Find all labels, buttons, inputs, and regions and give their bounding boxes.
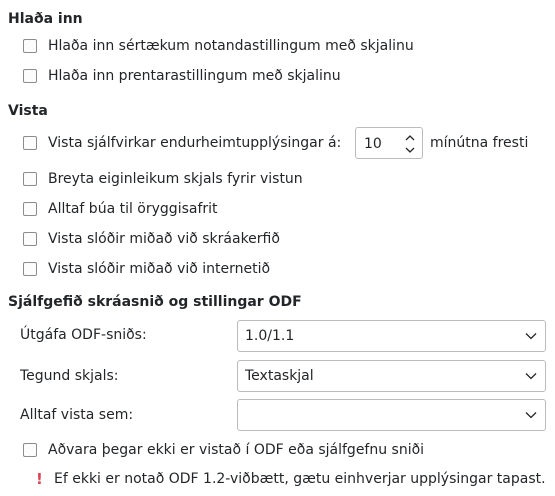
load-user-settings-option[interactable]: Hlaða inn sértækum notandastillingum með… bbox=[23, 35, 414, 57]
load-printer-settings-option[interactable]: Hlaða inn prentarastillingum með skjalin… bbox=[23, 65, 341, 87]
always-save-as-label: Alltaf vista sem: bbox=[20, 407, 134, 423]
always-save-as-select[interactable] bbox=[237, 399, 546, 431]
relative-internet-checkbox[interactable] bbox=[23, 262, 37, 276]
relative-internet-label[interactable]: Vista slóðir miðað við internetið bbox=[48, 260, 270, 278]
odf-warning-text: Ef ekki er notað ODF 1.2-viðbætt, gætu e… bbox=[54, 471, 546, 487]
backup-label[interactable]: Alltaf búa til öryggisafrit bbox=[48, 200, 218, 218]
odf-version-value[interactable]: 1.0/1.1 bbox=[245, 327, 294, 345]
load-printer-settings-checkbox[interactable] bbox=[23, 69, 37, 83]
relative-filesystem-checkbox[interactable] bbox=[23, 232, 37, 246]
load-section-heading: Hlaða inn bbox=[8, 11, 83, 27]
warn-not-odf-label[interactable]: Aðvara þegar ekki er vistað í ODF eða sj… bbox=[48, 441, 424, 459]
load-user-settings-label[interactable]: Hlaða inn sértækum notandastillingum með… bbox=[48, 37, 414, 55]
relative-filesystem-option[interactable]: Vista slóðir miðað við skráakerfið bbox=[23, 228, 280, 250]
autorecovery-minutes-spinbox[interactable]: 10 bbox=[355, 127, 423, 159]
save-section-heading: Vista bbox=[8, 103, 48, 119]
doctype-label: Tegund skjals: bbox=[20, 368, 119, 384]
load-user-settings-checkbox[interactable] bbox=[23, 39, 37, 53]
edit-properties-label[interactable]: Breyta eiginleikum skjals fyrir vistun bbox=[48, 170, 303, 188]
odf-version-label: Útgáfa ODF-sniðs: bbox=[20, 327, 147, 343]
edit-properties-option[interactable]: Breyta eiginleikum skjals fyrir vistun bbox=[23, 168, 303, 190]
backup-checkbox[interactable] bbox=[23, 202, 37, 216]
relative-filesystem-label[interactable]: Vista slóðir miðað við skráakerfið bbox=[48, 230, 280, 248]
chevron-down-icon[interactable] bbox=[525, 411, 537, 419]
edit-properties-checkbox[interactable] bbox=[23, 172, 37, 186]
autorecovery-option[interactable]: Vista sjálfvirkar endurheimtupplýsingar … bbox=[23, 132, 341, 154]
spin-arrows-icon[interactable] bbox=[404, 132, 416, 156]
chevron-down-icon[interactable] bbox=[525, 332, 537, 340]
chevron-down-icon[interactable] bbox=[525, 372, 537, 380]
load-printer-settings-label[interactable]: Hlaða inn prentarastillingum með skjalin… bbox=[48, 67, 341, 85]
warn-not-odf-option[interactable]: Aðvara þegar ekki er vistað í ODF eða sj… bbox=[23, 439, 424, 461]
warn-not-odf-checkbox[interactable] bbox=[23, 443, 37, 457]
autorecovery-unit: mínútna fresti bbox=[430, 135, 529, 151]
autorecovery-label[interactable]: Vista sjálfvirkar endurheimtupplýsingar … bbox=[48, 134, 341, 152]
odf-section-heading: Sjálfgefið skráasnið og stillingar ODF bbox=[8, 294, 302, 310]
autorecovery-checkbox[interactable] bbox=[23, 136, 37, 150]
doctype-value[interactable]: Textaskjal bbox=[245, 367, 314, 385]
relative-internet-option[interactable]: Vista slóðir miðað við internetið bbox=[23, 258, 270, 280]
autorecovery-minutes-value[interactable]: 10 bbox=[364, 135, 382, 153]
backup-option[interactable]: Alltaf búa til öryggisafrit bbox=[23, 198, 218, 220]
exclamation-icon: ! bbox=[36, 470, 43, 488]
odf-version-select[interactable]: 1.0/1.1 bbox=[237, 320, 546, 352]
doctype-select[interactable]: Textaskjal bbox=[237, 360, 546, 392]
